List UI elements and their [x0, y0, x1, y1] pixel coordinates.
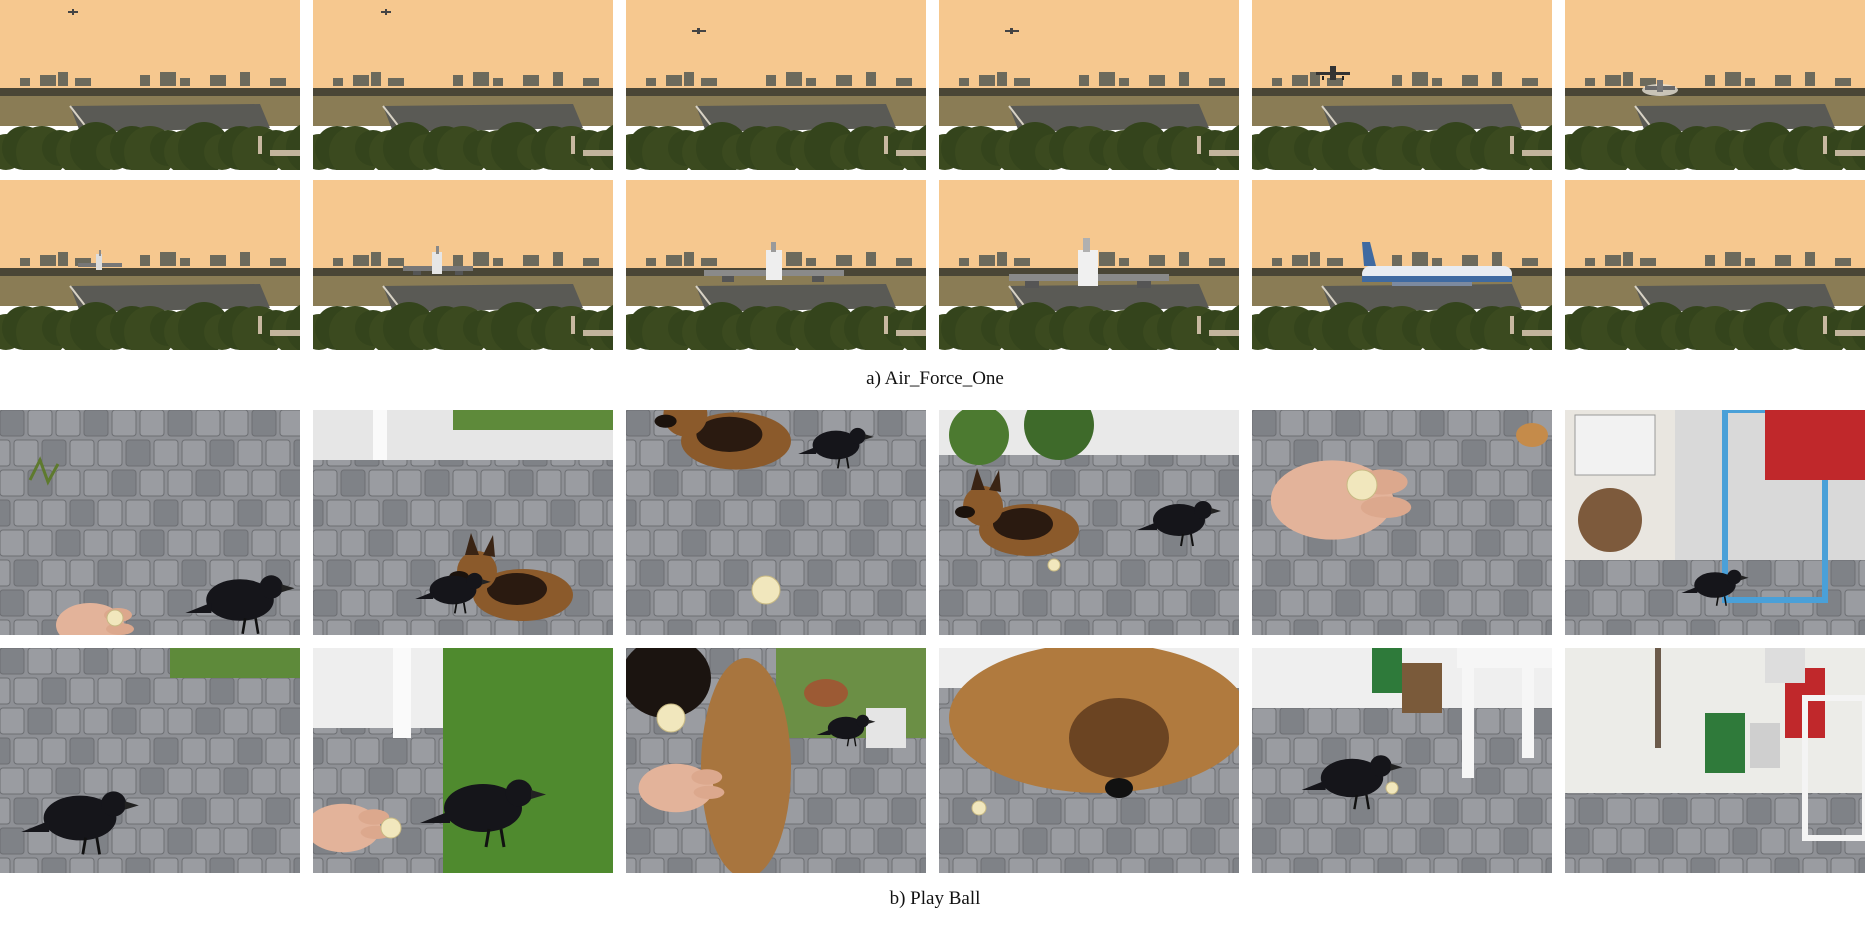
ball-icon [106, 609, 124, 627]
runway-scene [626, 180, 926, 350]
runway-scene [313, 180, 613, 350]
ball-icon [1346, 469, 1378, 501]
yard-scene [939, 410, 1239, 635]
ball-icon [380, 817, 402, 839]
ball-frame-12 [1565, 648, 1865, 873]
ball-frame-2 [313, 410, 613, 635]
air-frame-2 [313, 0, 613, 170]
ball-frame-6 [1565, 410, 1865, 635]
runway-scene [313, 0, 613, 170]
ball-frame-9 [626, 648, 926, 873]
caption-play-ball: b) Play Ball [889, 888, 981, 909]
runway-scene [1565, 180, 1865, 350]
yard-scene [0, 410, 300, 635]
ball-frame-5 [1252, 410, 1552, 635]
runway-scene [626, 0, 926, 170]
air-frame-10 [939, 180, 1239, 350]
runway-scene [939, 0, 1239, 170]
runway-scene [1252, 0, 1552, 170]
ball-icon [1047, 558, 1061, 572]
yard-scene [939, 648, 1239, 873]
ball-icon [751, 575, 781, 605]
ball-frame-7 [0, 648, 300, 873]
air-frame-6 [1565, 0, 1865, 170]
ball-icon [1385, 781, 1399, 795]
yard-scene [1565, 648, 1865, 873]
air-frame-9 [626, 180, 926, 350]
ball-frame-8 [313, 648, 613, 873]
air-frame-3 [626, 0, 926, 170]
yard-scene [626, 410, 926, 635]
ball-frame-1 [0, 410, 300, 635]
play-ball-grid [0, 410, 1865, 873]
air-frame-12 [1565, 180, 1865, 350]
air-frame-11 [1252, 180, 1552, 350]
yard-scene [1565, 410, 1865, 635]
air-frame-4 [939, 0, 1239, 170]
air-frame-1 [0, 0, 300, 170]
ball-frame-3 [626, 410, 926, 635]
runway-scene [939, 180, 1239, 350]
air-frame-7 [0, 180, 300, 350]
air-frame-8 [313, 180, 613, 350]
air-force-one-grid [0, 0, 1865, 350]
runway-scene [0, 180, 300, 350]
runway-scene [1565, 0, 1865, 170]
yard-scene [626, 648, 926, 873]
yard-scene [1252, 410, 1552, 635]
ball-icon [656, 703, 686, 733]
ball-icon [971, 800, 987, 816]
yard-scene [313, 410, 613, 635]
yard-scene [0, 648, 300, 873]
yard-scene [313, 648, 613, 873]
ball-frame-4 [939, 410, 1239, 635]
air-frame-5 [1252, 0, 1552, 170]
runway-scene [1252, 180, 1552, 350]
runway-scene [0, 0, 300, 170]
yard-scene [1252, 648, 1552, 873]
ball-frame-10 [939, 648, 1239, 873]
caption-air-force-one: a) Air_Force_One [866, 368, 1004, 389]
ball-frame-11 [1252, 648, 1552, 873]
